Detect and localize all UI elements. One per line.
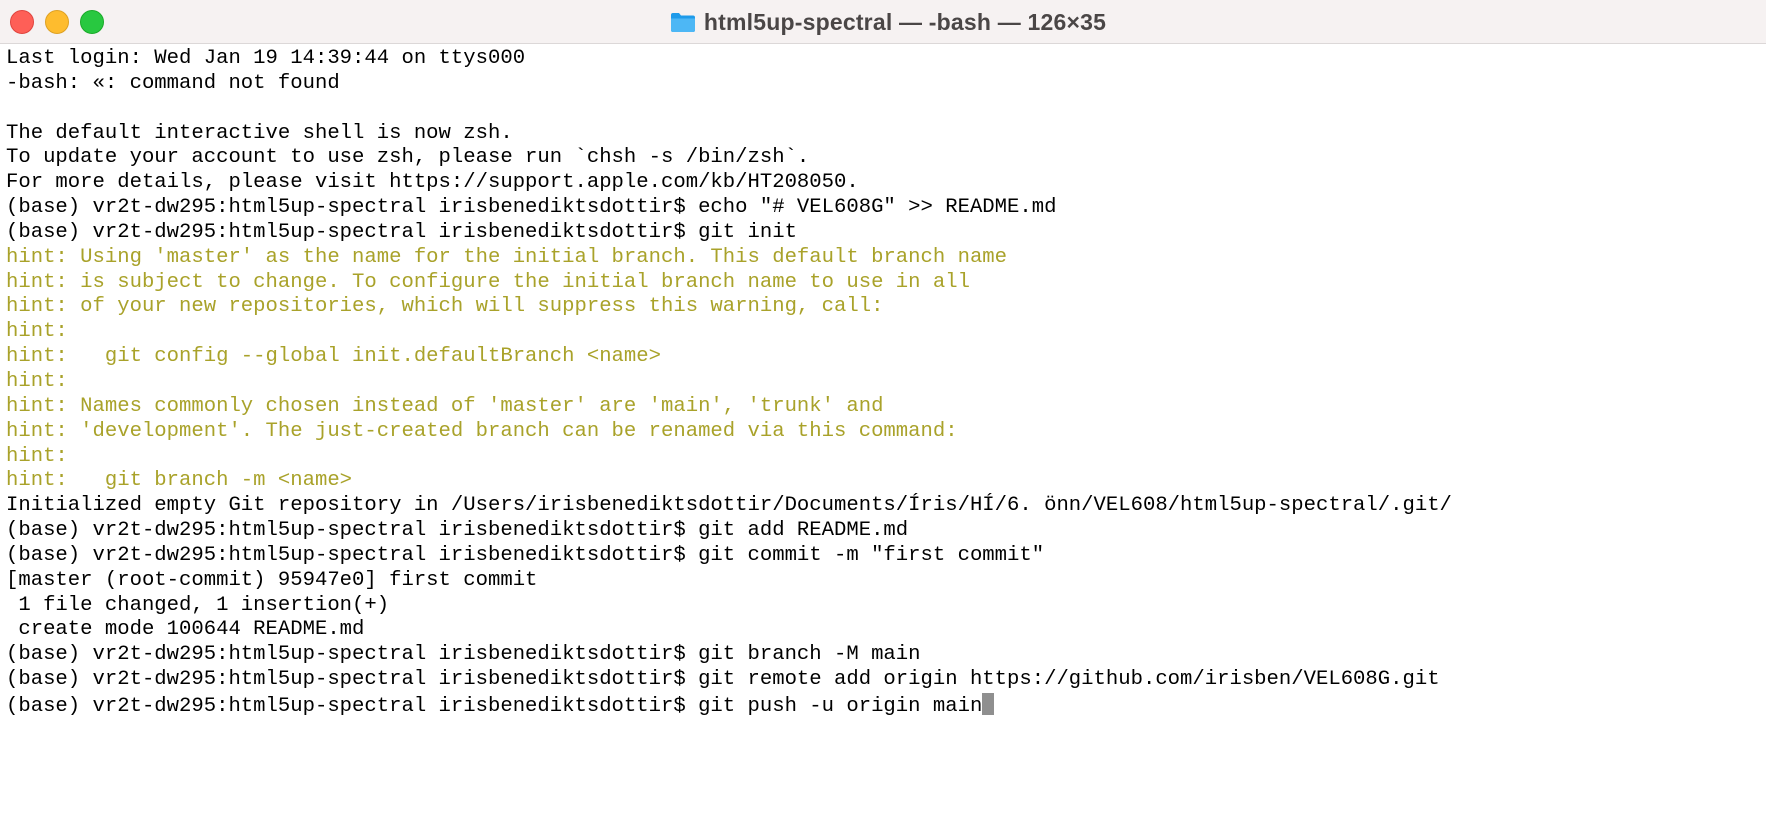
window-title: html5up-spectral — -bash — 126×35 <box>703 8 1107 35</box>
hint-line: hint: of your new repositories, which wi… <box>6 295 884 319</box>
hint-line: hint: git config --global init.defaultBr… <box>6 345 661 369</box>
folder-icon <box>670 13 695 32</box>
terminal-output[interactable]: Last login: Wed Jan 19 14:39:44 on ttys0… <box>6 47 1766 834</box>
terminal-line: (base) vr2t-dw295:html5up-spectral irisb… <box>6 643 921 667</box>
prompt-line-text: (base) vr2t-dw295:html5up-spectral irisb… <box>6 694 983 718</box>
terminal-line: To update your account to use zsh, pleas… <box>6 146 810 170</box>
terminal-line: (base) vr2t-dw295:html5up-spectral irisb… <box>6 220 797 244</box>
hint-line: hint: <box>6 444 68 468</box>
terminal-line: (base) vr2t-dw295:html5up-spectral irisb… <box>6 196 1057 220</box>
terminal-line: (base) vr2t-dw295:html5up-spectral irisb… <box>6 543 1045 567</box>
hint-line: hint: is subject to change. To configure… <box>6 270 970 294</box>
terminal-line: -bash: «: command not found <box>6 71 340 95</box>
terminal-line: (base) vr2t-dw295:html5up-spectral irisb… <box>6 519 909 543</box>
prompt-line[interactable]: (base) vr2t-dw295:html5up-spectral irisb… <box>6 692 1766 718</box>
hint-line: hint: Names commonly chosen instead of '… <box>6 394 884 418</box>
hint-line: hint: git branch -m <name> <box>6 469 353 493</box>
terminal-line: For more details, please visit https://s… <box>6 171 859 195</box>
terminal-line: Initialized empty Git repository in /Use… <box>6 494 1452 518</box>
title-bar[interactable]: html5up-spectral — -bash — 126×35 <box>0 0 1766 44</box>
terminal-line: The default interactive shell is now zsh… <box>6 121 513 145</box>
terminal-line: Last login: Wed Jan 19 14:39:44 on ttys0… <box>6 47 526 70</box>
terminal-line: [master (root-commit) 95947e0] first com… <box>6 568 538 592</box>
hint-line: hint: 'development'. The just-created br… <box>6 419 958 443</box>
hint-line: hint: <box>6 320 68 344</box>
hint-line: hint: Using 'master' as the name for the… <box>6 245 1008 269</box>
terminal-line: create mode 100644 README.md <box>6 618 365 642</box>
terminal-window: html5up-spectral — -bash — 126×35 Last l… <box>0 0 1766 834</box>
window-title-group: html5up-spectral — -bash — 126×35 <box>0 0 1766 44</box>
terminal-line: 1 file changed, 1 insertion(+) <box>6 593 390 617</box>
text-cursor <box>982 692 995 715</box>
terminal-line: (base) vr2t-dw295:html5up-spectral irisb… <box>6 668 1440 692</box>
hint-line: hint: <box>6 369 68 393</box>
